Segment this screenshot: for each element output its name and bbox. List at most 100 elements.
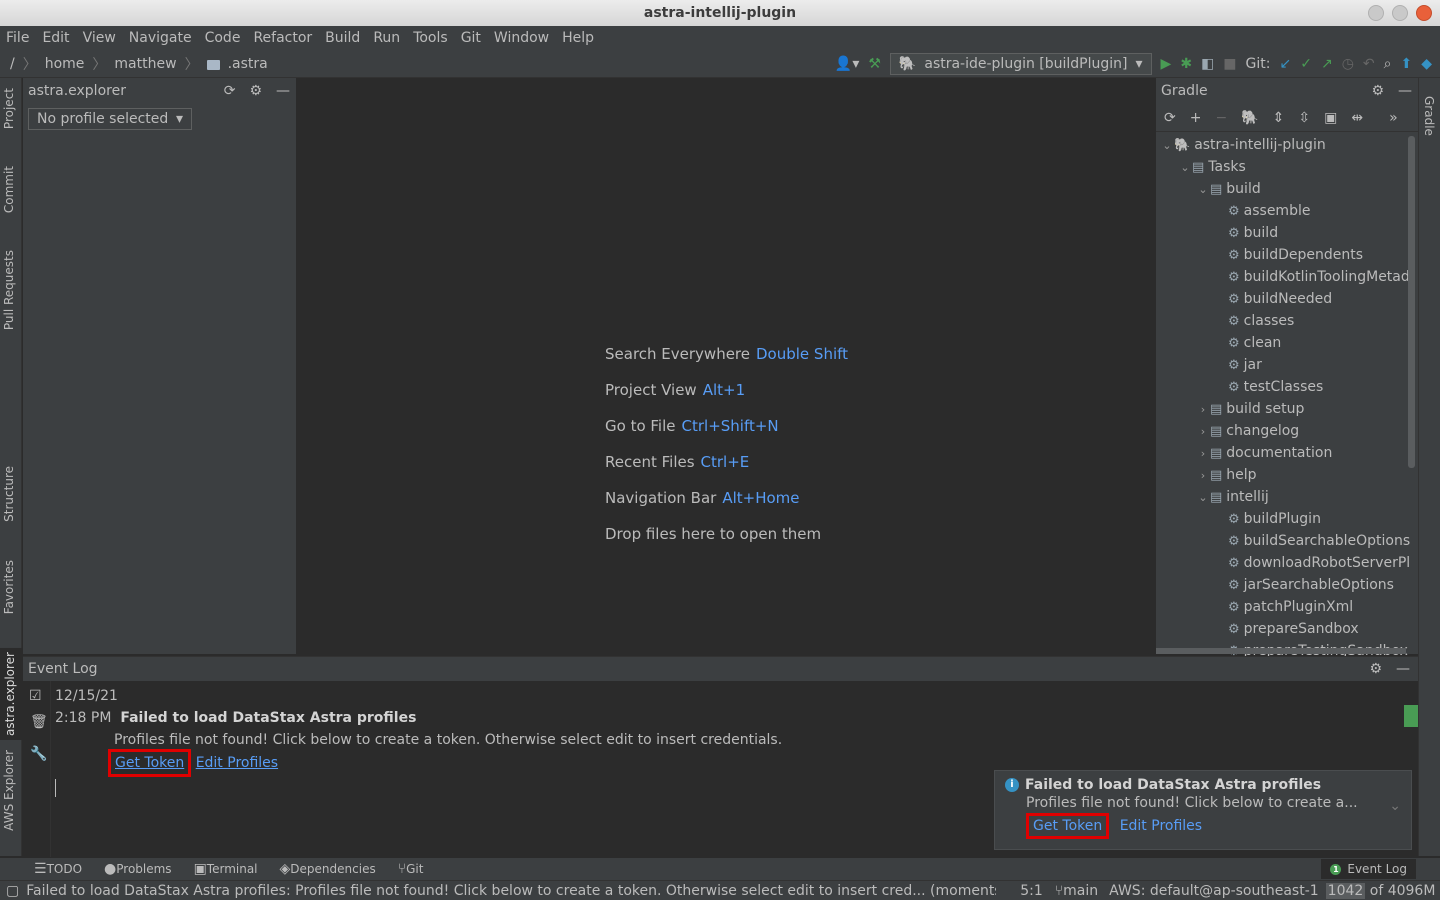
gradle-tree-item[interactable]: › ▤ help [1156, 464, 1418, 486]
chevron-down-icon[interactable]: ⌄ [1196, 491, 1210, 504]
chevron-right-icon[interactable]: › [1196, 403, 1210, 416]
gear-icon[interactable]: ⚙ [249, 84, 262, 98]
menu-file[interactable]: File [6, 30, 29, 46]
git-commit-icon[interactable]: ✓ [1300, 57, 1312, 71]
gradle-tree-item[interactable]: › ▤ documentation [1156, 442, 1418, 464]
gradle-tree-item[interactable]: ⌄ ▤ intellij [1156, 486, 1418, 508]
run-icon[interactable]: ▶ [1161, 57, 1172, 71]
chevron-down-icon[interactable]: ⌄ [1178, 161, 1192, 174]
chevron-right-icon[interactable]: › [1196, 447, 1210, 460]
wrench-icon[interactable]: 🔧 [30, 747, 47, 761]
minimize-icon[interactable]: — [1398, 84, 1412, 98]
update-icon[interactable]: ⬆ [1400, 57, 1412, 71]
gradle-tree-item[interactable]: ⚙ buildKotlinToolingMetad [1156, 266, 1418, 288]
collapse-all-icon[interactable]: ⇳ [1298, 111, 1310, 125]
toggle-offline-icon[interactable]: ⇹ [1351, 111, 1363, 125]
status-message[interactable]: Failed to load DataStax Astra profiles: … [26, 883, 996, 899]
git-history-icon[interactable]: ◷ [1342, 57, 1354, 71]
remove-icon[interactable]: − [1215, 111, 1227, 125]
tab-pull-requests[interactable]: Pull Requests [2, 250, 16, 330]
breadcrumb-matthew[interactable]: matthew [114, 56, 176, 72]
tab-favorites[interactable]: Favorites [2, 560, 16, 614]
menu-refactor[interactable]: Refactor [253, 30, 312, 46]
gradle-tree-item[interactable]: ⚙ assemble [1156, 200, 1418, 222]
tab-aws-explorer[interactable]: AWS Explorer [2, 750, 16, 831]
profile-select[interactable]: No profile selected ▾ [28, 108, 192, 130]
git-push-icon[interactable]: ↗ [1321, 57, 1333, 71]
breadcrumb-astra[interactable]: .astra [228, 56, 268, 72]
vertical-scrollbar[interactable] [1408, 136, 1415, 468]
tab-structure[interactable]: Structure [2, 466, 16, 522]
balloon-get-token-link[interactable]: Get Token [1033, 818, 1102, 834]
gradle-tree-item[interactable]: ⚙ clean [1156, 332, 1418, 354]
run-configuration-select[interactable]: 🐘 astra-ide-plugin [buildPlugin] ▾ [889, 53, 1152, 75]
balloon-edit-profiles-link[interactable]: Edit Profiles [1120, 818, 1202, 834]
gradle-tree-item[interactable]: ⚙ buildNeeded [1156, 288, 1418, 310]
gradle-tree-item[interactable]: ⚙ buildDependents [1156, 244, 1418, 266]
tab-project[interactable]: Project [2, 88, 16, 129]
tab-problems[interactable]: ● Problems [104, 862, 172, 876]
gradle-tree-item[interactable]: ⚙ patchPluginXml [1156, 596, 1418, 618]
minimize-icon[interactable]: — [276, 84, 290, 98]
chevron-right-icon[interactable]: › [1196, 425, 1210, 438]
tab-terminal[interactable]: ▣ Terminal [194, 862, 258, 876]
search-icon[interactable]: ⌕ [1384, 57, 1392, 71]
tab-dependencies[interactable]: ◈ Dependencies [280, 862, 376, 876]
menu-navigate[interactable]: Navigate [129, 30, 192, 46]
gear-icon[interactable]: ⚙ [1371, 84, 1384, 98]
menu-window[interactable]: Window [494, 30, 549, 46]
menu-edit[interactable]: Edit [42, 30, 69, 46]
menu-view[interactable]: View [83, 30, 116, 46]
gradle-tree-item[interactable]: ⚙ classes [1156, 310, 1418, 332]
menu-run[interactable]: Run [373, 30, 400, 46]
horizontal-scrollbar[interactable] [1156, 648, 1406, 654]
gradle-tree-item[interactable]: ⌄ 🐘 astra-intellij-plugin [1156, 134, 1418, 156]
gradle-tree-item[interactable]: ⌄ ▤ build [1156, 178, 1418, 200]
edit-profiles-link[interactable]: Edit Profiles [196, 755, 278, 771]
get-token-link[interactable]: Get Token [115, 755, 184, 771]
menu-tools[interactable]: Tools [413, 30, 448, 46]
add-icon[interactable]: + [1190, 111, 1202, 125]
aws-connection[interactable]: AWS: default@ap-southeast-1 [1109, 883, 1319, 899]
user-icon[interactable]: 👤▾ [835, 57, 859, 71]
chevron-down-icon[interactable]: ⌄ [1160, 139, 1174, 152]
coverage-icon[interactable]: ◧ [1201, 57, 1214, 71]
chevron-down-icon[interactable]: ⌄ [1196, 183, 1210, 196]
debug-icon[interactable]: ✱ [1180, 57, 1192, 71]
plugin-logo-icon[interactable]: ◆ [1421, 57, 1432, 71]
minimize-button[interactable] [1368, 5, 1384, 21]
status-toggle-icon[interactable]: ▢ [6, 884, 19, 898]
group-modules-icon[interactable]: ▣ [1324, 111, 1337, 125]
caret-position[interactable]: 5:1 [1020, 883, 1043, 899]
more-icon[interactable]: » [1389, 111, 1398, 125]
gradle-tree-item[interactable]: ⚙ jarSearchableOptions [1156, 574, 1418, 596]
tab-todo[interactable]: ☰ TODO [34, 862, 82, 876]
breadcrumb-home[interactable]: home [45, 56, 85, 72]
git-update-icon[interactable]: ↙ [1279, 57, 1291, 71]
gradle-tree-item[interactable]: ⚙ jar [1156, 354, 1418, 376]
gradle-tree-item[interactable]: ⚙ testClasses [1156, 376, 1418, 398]
tab-event-log[interactable]: 1 Event Log [1321, 859, 1416, 879]
git-branch-widget[interactable]: ⑂ main [1055, 883, 1098, 899]
breadcrumb-root[interactable]: / [10, 56, 15, 72]
gradle-tree-item[interactable]: ⚙ buildSearchableOptions [1156, 530, 1418, 552]
gradle-tree-item[interactable]: ⚙ prepareSandbox [1156, 618, 1418, 640]
menu-help[interactable]: Help [562, 30, 594, 46]
mark-read-icon[interactable]: ☑ [29, 689, 42, 703]
tab-astra-explorer[interactable]: astra.explorer [0, 648, 22, 740]
gradle-tree-item[interactable]: ⌄ ▤ Tasks [1156, 156, 1418, 178]
tab-git[interactable]: ⑂ Git [398, 862, 424, 876]
expand-all-icon[interactable]: ⇕ [1273, 111, 1285, 125]
gear-icon[interactable]: ⚙ [1369, 662, 1382, 676]
chevron-right-icon[interactable]: › [1196, 469, 1210, 482]
gradle-tree-item[interactable]: ⚙ downloadRobotServerPl [1156, 552, 1418, 574]
trash-icon[interactable]: 🗑 [30, 715, 48, 729]
maximize-button[interactable] [1392, 5, 1408, 21]
hammer-icon[interactable]: ⚒ [868, 57, 881, 71]
chevron-down-icon[interactable]: ⌄ [1389, 799, 1401, 813]
refresh-icon[interactable]: ⟳ [224, 84, 236, 98]
gradle-tree-item[interactable]: › ▤ changelog [1156, 420, 1418, 442]
memory-indicator[interactable]: 1042 of 4096M [1325, 882, 1435, 899]
close-button[interactable] [1416, 5, 1432, 21]
execute-task-icon[interactable]: 🐘 [1241, 111, 1258, 125]
